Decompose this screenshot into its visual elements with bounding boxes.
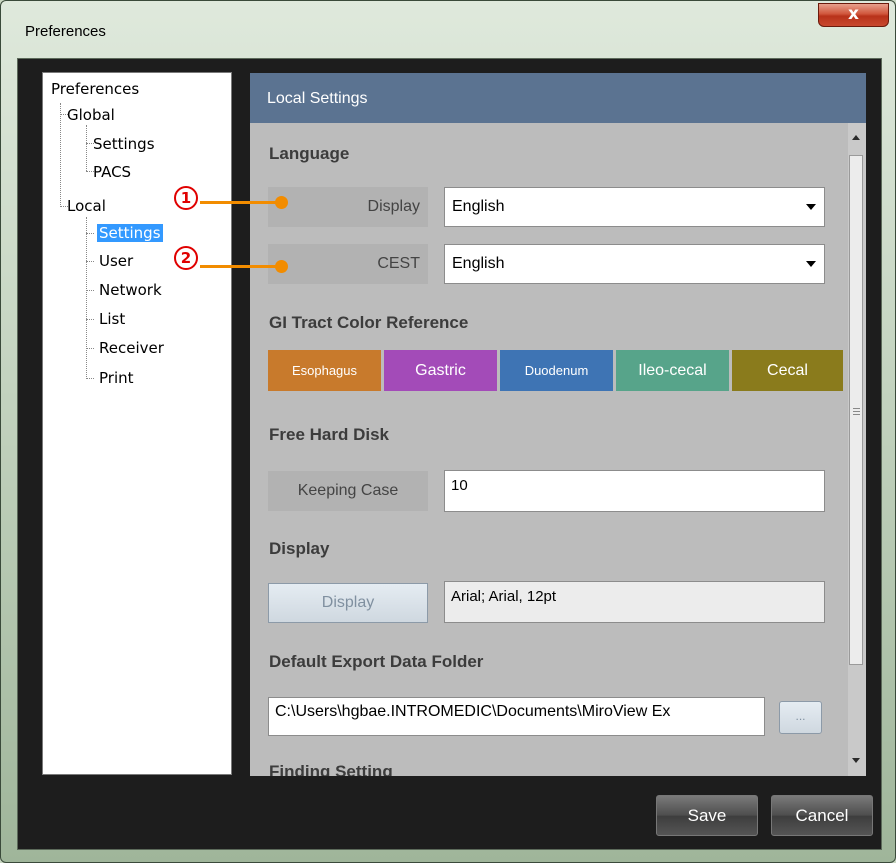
tree-item-network[interactable]: Network xyxy=(97,279,164,301)
keeping-case-label: Keeping Case xyxy=(268,471,428,511)
tree-item-global[interactable]: Global xyxy=(65,104,117,126)
tree-label: Settings xyxy=(97,224,163,242)
tree-label: Global xyxy=(67,106,115,124)
tree-label: User xyxy=(99,252,134,270)
cest-language-label: CEST xyxy=(268,244,428,284)
tree-label: PACS xyxy=(93,163,132,181)
scroll-down-arrow-icon[interactable] xyxy=(852,758,860,763)
tree-label: Settings xyxy=(93,135,155,153)
tree-label: Network xyxy=(99,281,162,299)
tree-item-receiver[interactable]: Receiver xyxy=(97,337,166,359)
scrollbar-thumb[interactable] xyxy=(849,155,863,665)
cest-language-select[interactable]: English xyxy=(444,244,825,284)
display-language-select[interactable]: English xyxy=(444,187,825,227)
tree-item-local-settings[interactable]: Settings xyxy=(97,222,163,244)
display-section-title: Display xyxy=(269,539,330,558)
chevron-down-icon xyxy=(806,261,816,267)
annotation-line-1 xyxy=(200,201,282,204)
annotation-marker-1: 1 xyxy=(174,186,198,210)
window-title: Preferences xyxy=(25,23,106,40)
chevron-down-icon xyxy=(806,204,816,210)
gi-segment-ileo-cecal: Ileo-cecal xyxy=(616,350,729,391)
tree-item-list[interactable]: List xyxy=(97,308,127,330)
preferences-tree[interactable]: Preferences Global Settings PACS Local S… xyxy=(42,72,232,775)
finding-setting-section-title: Finding Setting xyxy=(269,762,393,776)
cancel-button[interactable]: Cancel xyxy=(771,795,873,836)
tree-item-global-settings[interactable]: Settings xyxy=(91,133,157,155)
tree-item-preferences[interactable]: Preferences xyxy=(49,78,141,100)
scroll-up-arrow-icon[interactable] xyxy=(852,135,860,140)
tree-label: Preferences xyxy=(51,80,140,98)
annotation-dot-2 xyxy=(275,260,288,273)
display-font-button[interactable]: Display xyxy=(268,583,428,623)
tree-item-pacs[interactable]: PACS xyxy=(91,161,133,183)
gi-segment-duodenum: Duodenum xyxy=(500,350,613,391)
tree-label: Local xyxy=(67,197,106,215)
annotation-line-2 xyxy=(200,265,282,268)
keeping-case-input[interactable]: 10 xyxy=(444,470,825,512)
tree-label: Print xyxy=(99,369,134,387)
display-language-label: Display xyxy=(268,187,428,227)
tree-item-user[interactable]: User xyxy=(97,250,135,272)
tree-label: Receiver xyxy=(99,339,164,357)
close-button[interactable]: x xyxy=(818,3,889,27)
export-folder-section-title: Default Export Data Folder xyxy=(269,652,484,671)
title-bar[interactable]: Preferences x xyxy=(1,1,896,59)
save-button[interactable]: Save xyxy=(656,795,758,836)
tree-item-local[interactable]: Local xyxy=(65,195,108,217)
local-settings-panel: Local Settings Language Display English … xyxy=(250,73,866,776)
tree-label: List xyxy=(99,310,126,328)
gi-segment-gastric: Gastric xyxy=(384,350,497,391)
preferences-window: Preferences x Preferences Global Setting… xyxy=(0,0,896,863)
annotation-dot-1 xyxy=(275,196,288,209)
panel-scrollbar[interactable] xyxy=(848,123,866,776)
language-section-title: Language xyxy=(269,144,350,163)
browse-folder-button[interactable]: ... xyxy=(779,701,822,734)
annotation-marker-2: 2 xyxy=(174,246,198,270)
free-hard-disk-section-title: Free Hard Disk xyxy=(269,425,389,444)
tree-item-print[interactable]: Print xyxy=(97,367,136,389)
select-value: English xyxy=(452,255,505,272)
gi-segment-cecal: Cecal xyxy=(732,350,843,391)
export-folder-path-input[interactable]: C:\Users\hgbae.INTROMEDIC\Documents\Miro… xyxy=(268,697,765,736)
select-value: English xyxy=(452,198,505,215)
gi-segment-esophagus: Esophagus xyxy=(268,350,381,391)
gi-tract-section-title: GI Tract Color Reference xyxy=(269,313,469,332)
panel-header: Local Settings xyxy=(250,73,866,123)
display-font-value: Arial; Arial, 12pt xyxy=(444,581,825,623)
